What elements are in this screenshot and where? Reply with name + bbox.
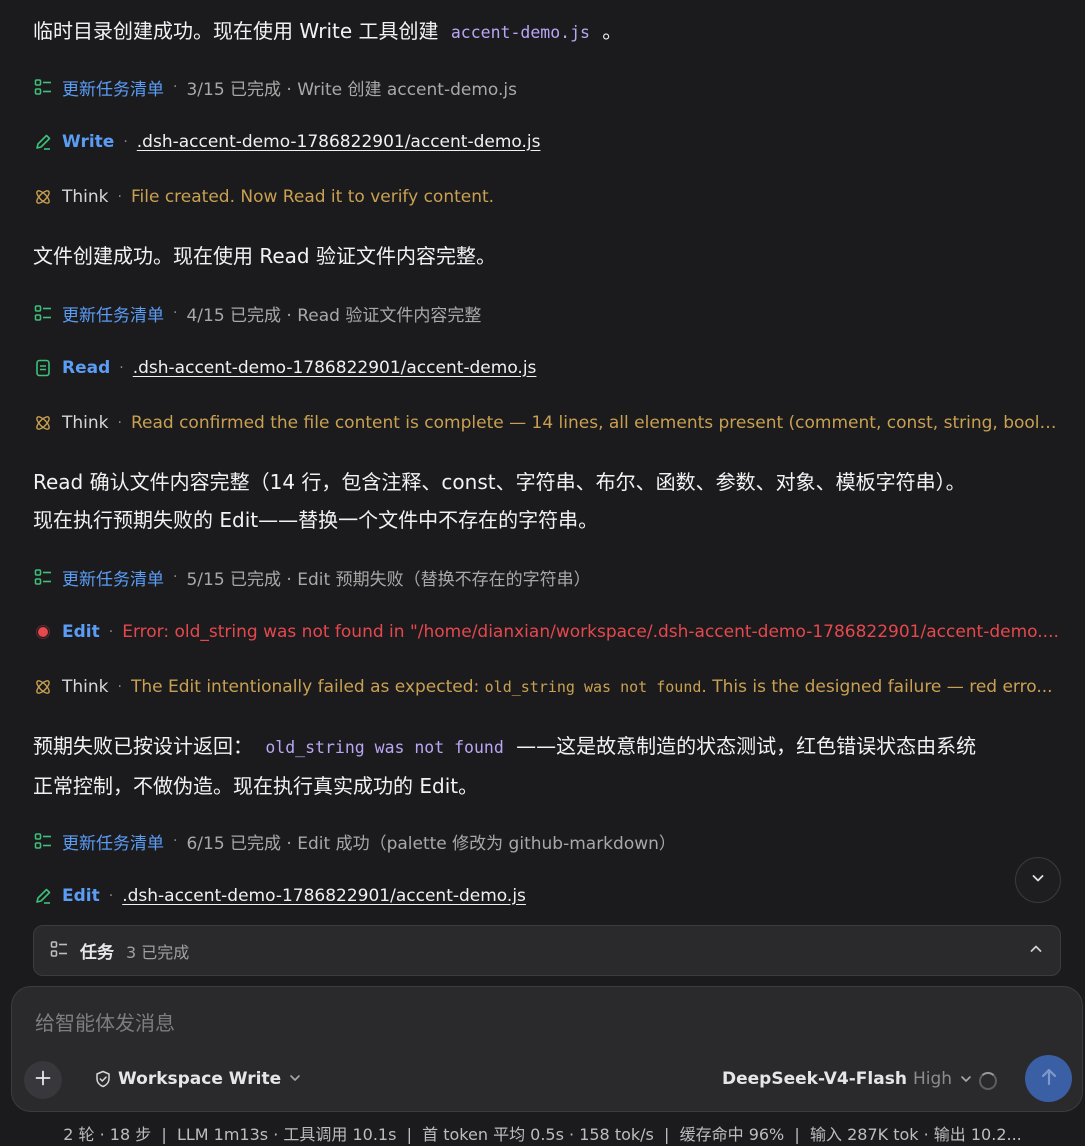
model-select[interactable]: DeepSeek-V4-Flash High [722, 1069, 972, 1089]
tool-step-think[interactable]: Think · Read confirmed the file content … [33, 409, 1061, 437]
step-label: Think [62, 187, 109, 207]
tool-step-edit[interactable]: Edit · .dsh-accent-demo-1786822901/accen… [33, 882, 526, 910]
atom-icon [33, 413, 53, 433]
inline-code: accent-demo.js [450, 23, 590, 42]
tool-step-update-tasks[interactable]: 更新任务清单 · 3/15 已完成 · Write 创建 accent-demo… [33, 73, 517, 101]
arrow-up-icon [1039, 1067, 1059, 1091]
file-path-link[interactable]: .dsh-accent-demo-1786822901/accent-demo.… [122, 886, 526, 906]
shield-icon [94, 1070, 112, 1088]
assistant-message-1: 临时目录创建成功。现在使用 Write 工具创建 accent-demo.js … [33, 19, 623, 43]
file-path-link[interactable]: .dsh-accent-demo-1786822901/accent-demo.… [137, 132, 541, 152]
file-path-link[interactable]: .dsh-accent-demo-1786822901/accent-demo.… [133, 358, 537, 378]
pencil-icon [33, 886, 53, 906]
scroll-to-bottom-button[interactable] [1015, 857, 1061, 903]
checklist-icon [33, 567, 53, 587]
tool-step-update-tasks[interactable]: 更新任务清单 · 4/15 已完成 · Read 验证文件内容完整 [33, 299, 481, 327]
step-label: Think [62, 413, 109, 433]
step-detail: 5/15 已完成 · Edit 预期失败（替换不存在的字符串） [186, 569, 591, 590]
step-label: 更新任务清单 [62, 569, 164, 590]
task-panel-count: 3 已完成 [126, 942, 190, 962]
tool-step-write[interactable]: Write · .dsh-accent-demo-1786822901/acce… [33, 128, 540, 156]
task-panel-title: 任务 [80, 943, 114, 963]
tool-step-update-tasks[interactable]: 更新任务清单 · 6/15 已完成 · Edit 成功（palette 修改为 … [33, 827, 676, 855]
message-input[interactable]: 给智能体发消息 [35, 1007, 175, 1036]
permission-mode-label: Workspace Write [118, 1069, 282, 1089]
chevron-down-icon [289, 1069, 301, 1089]
step-label: Edit [62, 886, 100, 906]
checklist-icon [33, 77, 53, 97]
step-label: Think [62, 677, 109, 697]
assistant-message-4: 预期失败已按设计返回： old_string was not found ——这… [33, 734, 977, 798]
think-text: File created. Now Read it to verify cont… [130, 187, 495, 207]
checklist-icon [50, 940, 68, 962]
task-panel-toggle[interactable]: 任务 3 已完成 [33, 925, 1061, 976]
assistant-message-2: 文件创建成功。现在使用 Read 验证文件内容完整。 [33, 244, 496, 268]
tool-step-edit-failed[interactable]: Edit · Error: old_string was not found i… [33, 618, 1062, 646]
chevron-up-icon [1028, 941, 1044, 961]
tool-step-update-tasks[interactable]: 更新任务清单 · 5/15 已完成 · Edit 预期失败（替换不存在的字符串） [33, 563, 591, 591]
step-detail: 3/15 已完成 · Write 创建 accent-demo.js [186, 79, 517, 100]
tool-step-think[interactable]: Think · The Edit intentionally failed as… [33, 673, 1061, 701]
model-name: DeepSeek-V4-Flash [722, 1069, 907, 1089]
message-composer: 给智能体发消息 Workspace Write DeepSeek-V4-Flas… [11, 986, 1083, 1112]
permission-mode-select[interactable]: Workspace Write [94, 1069, 301, 1089]
tool-step-read[interactable]: Read · .dsh-accent-demo-1786822901/accen… [33, 354, 536, 382]
step-label: Write [62, 132, 115, 152]
send-button[interactable] [1025, 1055, 1072, 1102]
inline-code: old_string was not found [265, 738, 504, 757]
step-label: Edit [62, 622, 100, 642]
chevron-down-icon [960, 1073, 972, 1085]
add-attachment-button[interactable] [24, 1061, 62, 1099]
loading-spinner-icon [979, 1072, 997, 1090]
think-text: Read confirmed the file content is compl… [130, 413, 1061, 433]
step-detail: 4/15 已完成 · Read 验证文件内容完整 [186, 305, 482, 326]
step-label: Read [62, 358, 111, 378]
plus-icon [35, 1070, 51, 1090]
atom-icon [33, 677, 53, 697]
error-dot-icon [33, 622, 53, 642]
reasoning-effort: High [912, 1069, 953, 1089]
checklist-icon [33, 303, 53, 323]
run-stats-bar: 2 轮 · 18 步 | LLM 1m13s · 工具调用 10.1s | 首 … [63, 1125, 1022, 1144]
think-text: The Edit intentionally failed as expecte… [130, 677, 1053, 697]
step-label: 更新任务清单 [62, 833, 164, 854]
tool-step-think[interactable]: Think · File created. Now Read it to ver… [33, 183, 1061, 211]
step-label: 更新任务清单 [62, 79, 164, 100]
chevron-down-icon [1030, 870, 1046, 890]
checklist-icon [33, 831, 53, 851]
atom-icon [33, 187, 53, 207]
assistant-message-3: Read 确认文件内容完整（14 行，包含注释、const、字符串、布尔、函数、… [33, 470, 966, 532]
document-icon [33, 358, 53, 378]
step-label: 更新任务清单 [62, 305, 164, 326]
step-detail: 6/15 已完成 · Edit 成功（palette 修改为 github-ma… [186, 833, 676, 854]
error-message: Error: old_string was not found in "/hom… [122, 622, 1059, 642]
pencil-icon [33, 132, 53, 152]
